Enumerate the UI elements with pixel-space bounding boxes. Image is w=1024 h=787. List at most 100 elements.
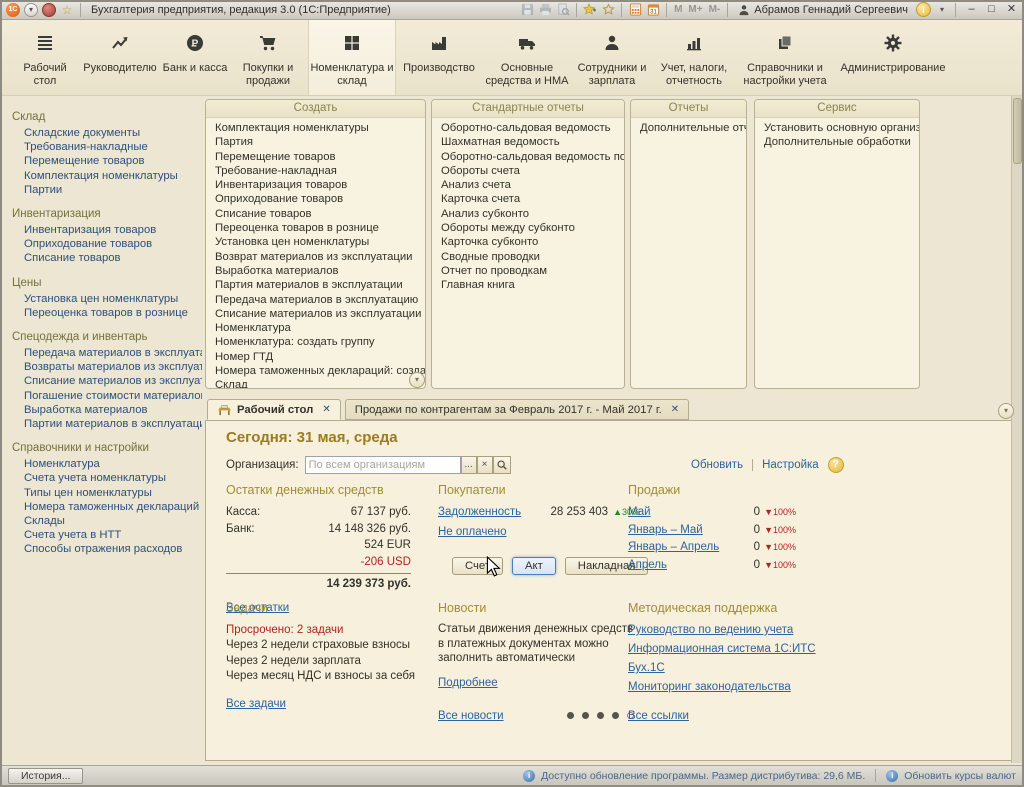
sidebar-item[interactable]: Списание товаров	[2, 251, 202, 265]
create-item[interactable]: Склад	[206, 378, 425, 388]
create-item[interactable]: Требование-накладная	[206, 164, 425, 178]
sidebar-item[interactable]: Партии материалов в эксплуатации	[2, 417, 202, 431]
organization-input[interactable]	[304, 456, 461, 474]
sales-period-link[interactable]: Январь – Апрель	[628, 539, 719, 557]
section-manager[interactable]: Руководителю	[78, 20, 162, 95]
scrollbar-thumb[interactable]	[1013, 98, 1022, 164]
standard-report-item[interactable]: Анализ субконто	[432, 207, 624, 221]
update-message[interactable]: Доступно обновление программы. Размер ди…	[541, 770, 865, 782]
act-button[interactable]: Акт	[512, 557, 556, 575]
chevron-down-icon[interactable]: ▾	[935, 3, 949, 17]
print-preview-icon[interactable]	[556, 3, 570, 17]
favorites-icon[interactable]	[601, 3, 615, 17]
support-link[interactable]: Информационная система 1С:ИТС	[628, 641, 848, 658]
create-item[interactable]: Перемещение товаров	[206, 150, 425, 164]
news-more-link[interactable]: Подробнее	[438, 677, 498, 689]
close-button[interactable]: ✕	[1003, 2, 1020, 17]
section-references-settings[interactable]: Справочники и настройки учета	[736, 20, 834, 95]
memory-plus-button[interactable]: M+	[688, 4, 702, 15]
sidebar-item[interactable]: Складские документы	[2, 126, 202, 140]
service-item[interactable]: Установить основную организацию	[755, 121, 919, 135]
history-button[interactable]: История...	[8, 767, 84, 784]
service-item[interactable]: Дополнительные обработки	[755, 135, 919, 149]
standard-report-item[interactable]: Сводные проводки	[432, 250, 624, 264]
all-news-link[interactable]: Все новости	[438, 710, 504, 722]
organization-select-button[interactable]: ...	[460, 456, 477, 474]
sales-period-link[interactable]: Апрель	[628, 557, 667, 575]
create-item[interactable]: Номера таможенных деклараций: создать гр…	[206, 364, 425, 378]
sales-period-link[interactable]: Май	[628, 504, 651, 522]
create-item[interactable]: Партия	[206, 135, 425, 149]
standard-report-item[interactable]: Анализ счета	[432, 178, 624, 192]
debt-link[interactable]: Задолженность	[438, 504, 521, 521]
support-link[interactable]: Руководство по ведению учета	[628, 622, 848, 639]
add-to-favorites-icon[interactable]	[583, 3, 597, 17]
calendar-icon[interactable]: 31	[646, 3, 660, 17]
standard-report-item[interactable]: Отчет по проводкам	[432, 264, 624, 278]
current-user[interactable]: Абрамов Геннадий Сергеевич	[738, 4, 908, 16]
sidebar-item[interactable]: Перемещение товаров	[2, 154, 202, 168]
sidebar-item[interactable]: Инвентаризация товаров	[2, 223, 202, 237]
standard-report-item[interactable]: Оборотно-сальдовая ведомость по счету	[432, 150, 624, 164]
sidebar-item[interactable]: Списание материалов из эксплуатации	[2, 374, 202, 388]
settings-link[interactable]: Настройка	[762, 459, 819, 471]
create-item[interactable]: Переоценка товаров в рознице	[206, 221, 425, 235]
page-dot[interactable]	[582, 712, 589, 719]
sidebar-item[interactable]: Установка цен номенклатуры	[2, 292, 202, 306]
all-tasks-link[interactable]: Все задачи	[226, 698, 286, 710]
calculator-icon[interactable]	[628, 3, 642, 17]
vertical-scrollbar[interactable]	[1011, 96, 1022, 763]
report-item[interactable]: Дополнительные отчеты	[631, 121, 746, 135]
save-icon[interactable]	[520, 3, 534, 17]
section-fixed-assets[interactable]: Основные средства и НМА	[482, 20, 572, 95]
section-production[interactable]: Производство	[396, 20, 482, 95]
page-dot[interactable]	[612, 712, 619, 719]
sidebar-item[interactable]: Номенклатура	[2, 457, 202, 471]
invoice-button[interactable]: Счет	[452, 557, 503, 575]
maximize-button[interactable]: □	[983, 2, 1000, 17]
sales-period-link[interactable]: Январь – Май	[628, 522, 703, 540]
section-accounting-taxes[interactable]: Учет, налоги, отчетность	[652, 20, 736, 95]
create-item[interactable]: Партия материалов в эксплуатации	[206, 278, 425, 292]
section-administration[interactable]: Администрирование	[834, 20, 952, 95]
organization-search-button[interactable]	[492, 456, 511, 474]
support-link[interactable]: Мониторинг законодательства	[628, 679, 848, 696]
refresh-link[interactable]: Обновить	[691, 459, 743, 471]
section-purchases-sales[interactable]: Покупки и продажи	[228, 20, 308, 95]
standard-report-item[interactable]: Карточка субконто	[432, 235, 624, 249]
app-menu-icon[interactable]	[42, 2, 56, 17]
tab-desktop[interactable]: Рабочий стол ✕	[207, 399, 341, 420]
sidebar-item[interactable]: Комплектация номенклатуры	[2, 169, 202, 183]
sidebar-item[interactable]: Номера таможенных деклараций	[2, 500, 202, 514]
favorites-star-icon[interactable]: ☆	[60, 3, 74, 17]
tab-close-icon[interactable]: ✕	[322, 404, 330, 415]
section-desktop[interactable]: Рабочий стол	[12, 20, 78, 95]
standard-report-item[interactable]: Карточка счета	[432, 192, 624, 206]
create-item[interactable]: Номенклатура	[206, 321, 425, 335]
page-dot[interactable]	[597, 712, 604, 719]
print-icon[interactable]	[538, 3, 552, 17]
sidebar-item[interactable]: Переоценка товаров в рознице	[2, 306, 202, 320]
sidebar-item[interactable]: Возвраты материалов из эксплуатации	[2, 360, 202, 374]
create-item[interactable]: Инвентаризация товаров	[206, 178, 425, 192]
support-link[interactable]: Бух.1С	[628, 660, 848, 677]
standard-report-item[interactable]: Оборотно-сальдовая ведомость	[432, 121, 624, 135]
create-item[interactable]: Списание товаров	[206, 207, 425, 221]
memory-recall-button[interactable]: M	[674, 4, 682, 15]
create-panel-expand-button[interactable]: ▾	[409, 372, 425, 388]
sidebar-item[interactable]: Способы отражения расходов	[2, 542, 202, 556]
sidebar-item[interactable]: Оприходование товаров	[2, 237, 202, 251]
sidebar-item[interactable]: Партии	[2, 183, 202, 197]
create-item[interactable]: Возврат материалов из эксплуатации	[206, 250, 425, 264]
section-bank-cash[interactable]: Р Банк и касса	[162, 20, 228, 95]
create-item[interactable]: Номер ГТД	[206, 350, 425, 364]
section-employees[interactable]: Сотрудники и зарплата	[572, 20, 652, 95]
sidebar-item[interactable]: Склады	[2, 514, 202, 528]
all-links-link[interactable]: Все ссылки	[628, 710, 689, 722]
create-item[interactable]: Комплектация номенклатуры	[206, 121, 425, 135]
tab-close-icon[interactable]: ✕	[671, 404, 679, 415]
section-nomenclature-warehouse[interactable]: Номенклатура и склад	[308, 20, 396, 95]
sidebar-item[interactable]: Счета учета в НТТ	[2, 528, 202, 542]
sidebar-item[interactable]: Требования-накладные	[2, 140, 202, 154]
help-icon[interactable]: ?	[827, 457, 844, 473]
